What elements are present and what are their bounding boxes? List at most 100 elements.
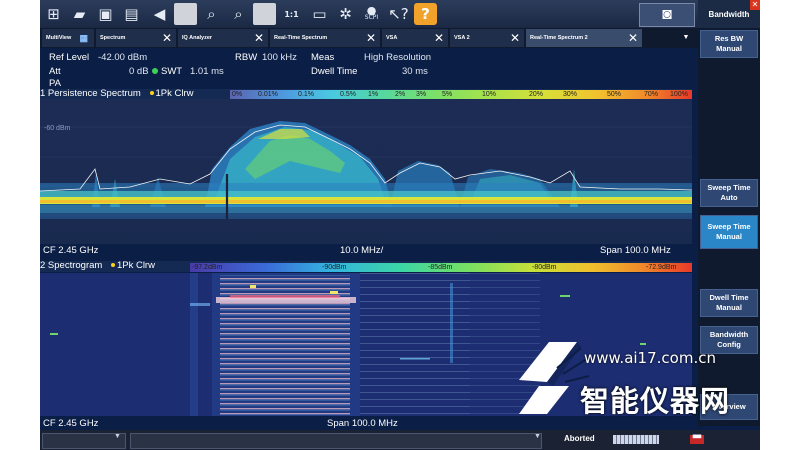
tab-label: Real-Time Spectrum (274, 35, 328, 41)
tab-label: Real-Time Spectrum 2 (530, 35, 588, 41)
res-bw-manual-button[interactable]: Res BW Manual (700, 30, 758, 58)
run-sequence-icon[interactable]: ✲ (334, 3, 357, 25)
meas-label: Meas (311, 52, 335, 63)
swt-indicator: SWT (152, 66, 182, 77)
hardware-status-icon[interactable]: ▀▀ (690, 435, 704, 444)
toolbar: ⊞ ▰ ▣ ▤ ◀ ⌕ ⌕ 1:1 ▭ ✲ ● SCPI ↖? ? ◙ Bandw… (40, 0, 760, 28)
spectrogram-colorbar: -97.2dBm -90dBm -85dBm -80dBm -72.9dBm (190, 263, 692, 272)
persistence-colorbar: 0% 0.01% 0.1% 0.5% 1% 2% 3% 5% 10% 20% 3… (230, 90, 692, 99)
softkey-label: Sweep Time Auto (707, 183, 751, 202)
spectrogram-center-frequency: CF 2.45 GHz (43, 418, 99, 429)
help-icon[interactable]: ? (414, 3, 437, 25)
att-value[interactable]: 0 dB (129, 66, 149, 77)
colorbar-label: 50% (607, 91, 622, 98)
camera-icon[interactable]: ◙ (639, 3, 695, 27)
meas-value[interactable]: High Resolution (364, 52, 431, 63)
close-icon[interactable]: ✕ (628, 31, 638, 45)
sweep-time-auto-button[interactable]: Sweep Time Auto (700, 179, 758, 207)
softkey-label: Sweep Time Manual (707, 222, 751, 241)
save-icon[interactable]: ▣ (94, 3, 117, 25)
dwell-time-manual-button[interactable]: Dwell Time Manual (700, 289, 758, 317)
blank-icon[interactable] (174, 3, 197, 25)
zoom-1to1-label: 1:1 (284, 9, 299, 19)
persistence-title: 1 Persistence Spectrum (40, 88, 141, 99)
dwell-time-label: Dwell Time (311, 66, 358, 77)
persistence-frequency-division: 10.0 MHz/ (340, 245, 384, 256)
tab-menu-chevron-icon[interactable]: ▼ (676, 30, 696, 46)
scpi-label: SCPI (364, 14, 379, 21)
softkey-label: Dwell Time Manual (709, 293, 749, 312)
colorbar-label: 70% (644, 91, 659, 98)
spectrogram-span: Span 100.0 MHz (327, 418, 398, 429)
print-icon[interactable]: ▤ (120, 3, 143, 25)
channel-tabs: MultiView ▦ Spectrum ✕ IQ Analyzer ✕ Real-T… (40, 28, 698, 48)
att-label: Att (49, 66, 61, 77)
chevron-down-icon[interactable]: ▼ (534, 433, 541, 440)
status-message-field[interactable] (130, 433, 542, 449)
full-screen-icon[interactable]: ▭ (308, 3, 331, 25)
help-pointer-icon[interactable]: ↖? (387, 3, 410, 25)
colorbar-label: 2% (395, 91, 406, 98)
close-icon[interactable]: ✕ (750, 0, 760, 10)
colorbar-label: 1% (368, 91, 379, 98)
ref-level-label: Ref Level (49, 52, 90, 63)
spectrogram-trace-label: 1Pk Clrw (116, 260, 155, 271)
tab-real-time-spectrum-2[interactable]: Real-Time Spectrum 2 ✕ (526, 29, 642, 47)
ref-level-value[interactable]: -42.00 dBm (98, 52, 147, 63)
swt-status-dot (152, 68, 158, 75)
scpi-icon[interactable]: ● SCPI (360, 3, 383, 25)
multiview-icon: ▦ (79, 33, 88, 43)
close-icon[interactable]: ✕ (510, 31, 520, 45)
spectrogram-title: 2 Spectrogram (40, 260, 103, 271)
progress-indicator (613, 435, 659, 444)
tab-spectrum[interactable]: Spectrum ✕ (96, 29, 176, 47)
persistence-span: Span 100.0 MHz (600, 245, 671, 256)
colorbar-label: -80dBm (532, 264, 557, 271)
chevron-down-icon[interactable]: ▼ (114, 433, 121, 440)
persistence-plot[interactable]: -60 dBm (40, 99, 693, 244)
colorbar-label: -72.9dBm (646, 264, 677, 271)
swt-value[interactable]: 1.01 ms (190, 66, 224, 77)
colorbar-label: 20% (529, 91, 544, 98)
open-folder-icon[interactable]: ▰ (68, 3, 91, 25)
tab-vsa[interactable]: VSA ✕ (382, 29, 448, 47)
zoom-icon[interactable]: ⌕ (200, 3, 223, 25)
help-label: ? (421, 5, 430, 23)
status-text: Aborted (564, 434, 595, 443)
close-icon[interactable]: ✕ (254, 31, 264, 45)
zoom-1to1-icon[interactable]: 1:1 (280, 3, 303, 25)
colorbar-label: 10% (482, 91, 497, 98)
tab-label: VSA (386, 35, 398, 41)
dwell-time-value[interactable]: 30 ms (402, 66, 428, 77)
close-icon[interactable]: ✕ (162, 31, 172, 45)
colorbar-label: 0.01% (258, 91, 278, 98)
colorbar-label: 30% (563, 91, 578, 98)
persistence-center-frequency: CF 2.45 GHz (43, 245, 99, 256)
undo-icon[interactable]: ◀ (148, 3, 171, 25)
colorbar-label: -97.2dBm (192, 264, 223, 271)
y-ref-label: -60 dBm (44, 125, 71, 132)
colorbar-label: 0% (232, 91, 243, 98)
persistence-trace-label: 1Pk Clrw (155, 88, 194, 99)
tab-label: IQ Analyzer (182, 35, 213, 41)
rbw-value[interactable]: 100 kHz (262, 52, 297, 63)
windows-icon[interactable]: ⊞ (42, 3, 65, 25)
tab-vsa-2[interactable]: VSA 2 ✕ (450, 29, 524, 47)
tab-label: VSA 2 (454, 35, 470, 41)
colorbar-label: 3% (416, 91, 427, 98)
watermark-text: 智能仪器网 (580, 384, 731, 418)
close-icon[interactable]: ✕ (366, 31, 376, 45)
colorbar-label: -85dBm (428, 264, 453, 271)
tab-real-time-spectrum[interactable]: Real-Time Spectrum ✕ (270, 29, 380, 47)
colorbar-label: 5% (442, 91, 453, 98)
sweep-time-manual-button[interactable]: Sweep Time Manual (700, 215, 758, 249)
multi-zoom-icon[interactable]: ⌕ (227, 3, 250, 25)
trace-dot-icon (110, 262, 115, 267)
blank-icon[interactable] (253, 3, 276, 25)
close-icon[interactable]: ✕ (434, 31, 444, 45)
tab-label: Spectrum (100, 35, 126, 41)
tab-label: MultiView (46, 35, 72, 41)
persistence-spectrum-graphic: -60 dBm (40, 99, 693, 244)
tab-multiview[interactable]: MultiView ▦ (42, 29, 94, 47)
tab-iq-analyzer[interactable]: IQ Analyzer ✕ (178, 29, 268, 47)
